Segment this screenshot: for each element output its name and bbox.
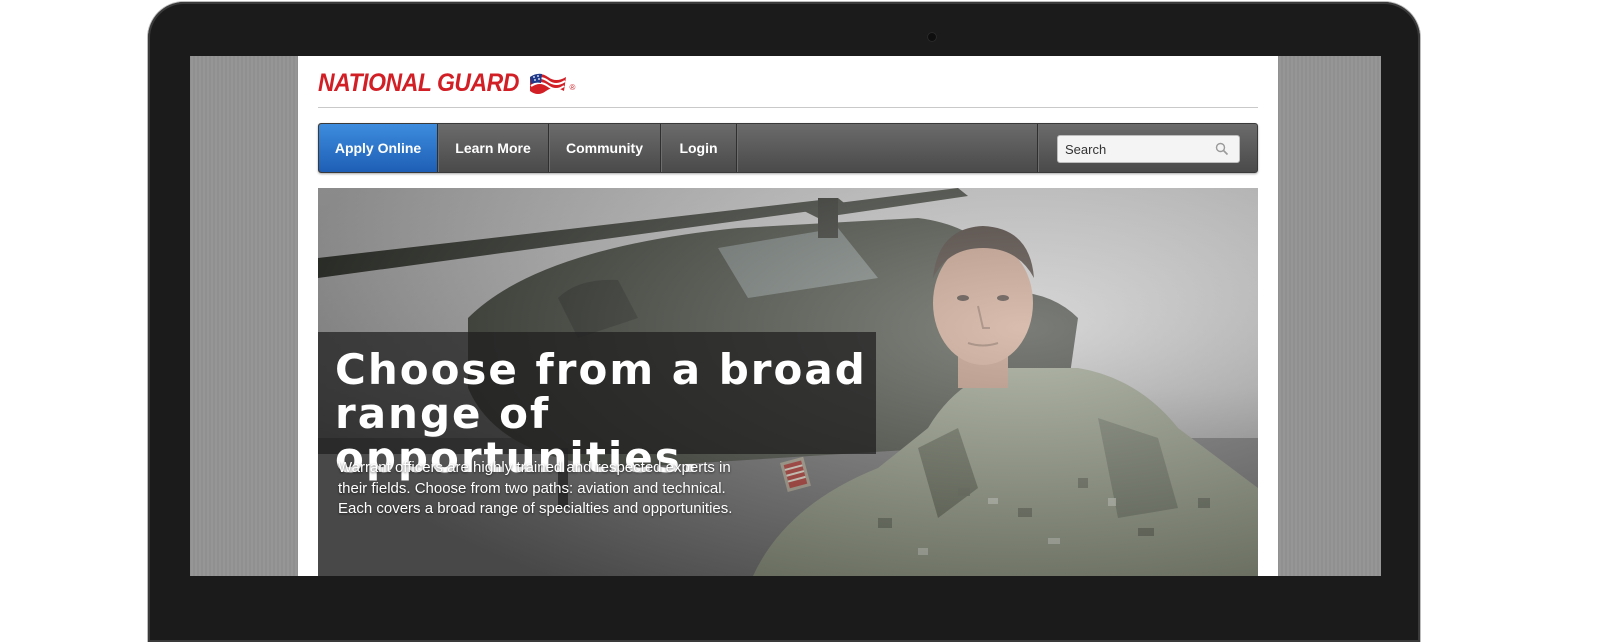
main-nav: Apply Online Learn More Community Login [318,123,1258,173]
search-box [1057,135,1240,163]
headline-line-1: Choose from a broad [335,345,867,394]
nav-label: Apply Online [334,140,422,156]
search-icon[interactable] [1215,142,1229,156]
nav-login[interactable]: Login [661,124,737,172]
american-flag-icon [530,73,567,94]
nav-divider [1037,124,1038,172]
nav-learn-more[interactable]: Learn More [438,124,549,172]
nav-label: Learn More [455,140,531,156]
camera-icon [927,32,937,42]
site-logo[interactable]: NATIONAL GUARD ® [318,68,575,98]
nav-community[interactable]: Community [549,124,661,172]
search-input[interactable] [1058,140,1217,158]
logo-text: NATIONAL GUARD [318,68,519,97]
registered-mark: ® [569,83,576,92]
hero-body-text: Warrant officers are highly trained and … [338,459,733,517]
hero-banner[interactable]: Choose from a broad range of opportuniti… [318,188,1258,576]
browser-screen: NATIONAL GUARD ® Apply Online Learn More… [190,56,1381,576]
nav-apply-online[interactable]: Apply Online [319,124,438,172]
nav-label: Login [679,140,718,156]
nav-label: Community [566,140,643,156]
header-divider [318,107,1258,108]
web-page: NATIONAL GUARD ® Apply Online Learn More… [298,56,1278,576]
